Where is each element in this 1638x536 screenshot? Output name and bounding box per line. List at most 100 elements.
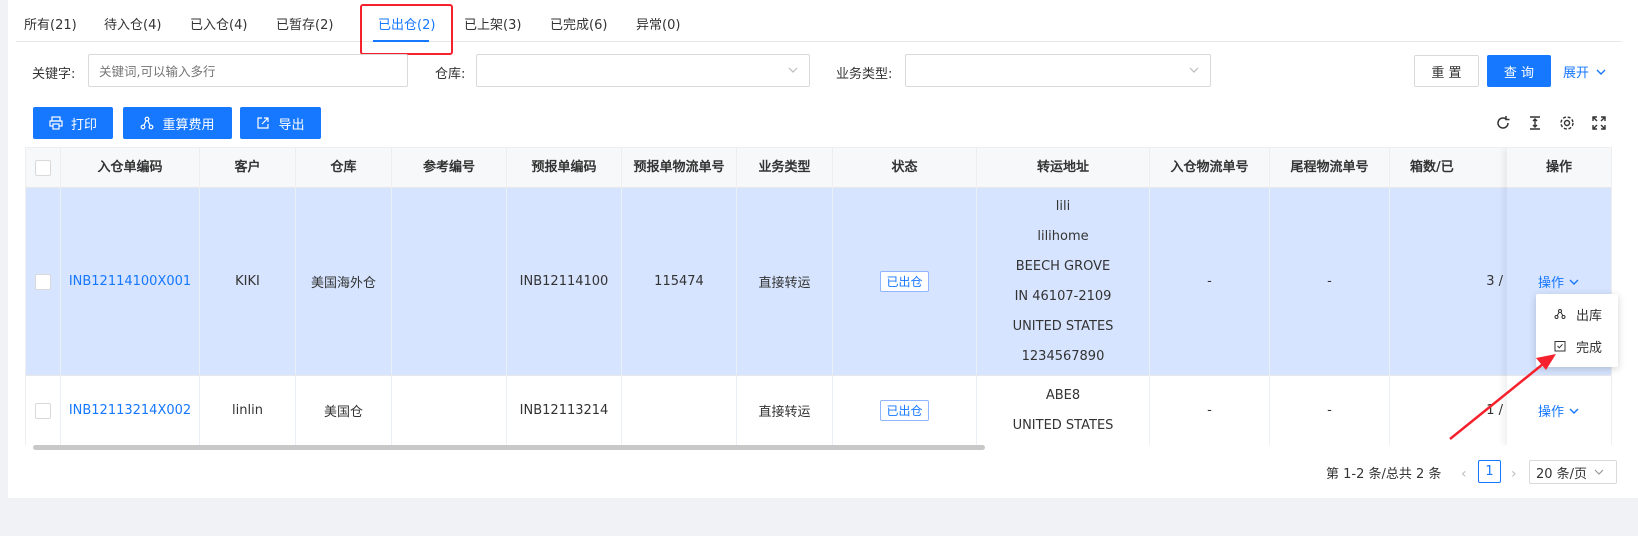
chevron-down-icon bbox=[1569, 279, 1579, 285]
customer-cell: linlin bbox=[200, 376, 296, 445]
print-button[interactable]: 打印 bbox=[33, 107, 113, 139]
export-icon bbox=[257, 117, 270, 129]
col-business-type: 业务类型 bbox=[737, 148, 833, 188]
gear-icon[interactable] bbox=[1558, 114, 1576, 132]
page-1-button[interactable]: 1 bbox=[1478, 460, 1501, 483]
operation-dropdown-trigger[interactable]: 操作 bbox=[1538, 272, 1580, 291]
tab-pending-inbound[interactable]: 待入仓(4) bbox=[104, 14, 161, 33]
col-forecast-tracking: 预报单物流单号 bbox=[622, 148, 737, 188]
recalculate-fee-button[interactable]: 重算费用 bbox=[123, 107, 232, 139]
tab-outbound[interactable]: 已出仓(2) bbox=[378, 14, 435, 33]
tab-exception[interactable]: 异常(0) bbox=[636, 14, 680, 33]
menu-item-complete[interactable]: 完成 bbox=[1536, 330, 1618, 362]
status-badge: 已出仓 bbox=[880, 400, 929, 421]
select-all-cell bbox=[26, 148, 61, 188]
address-line: ABE8 bbox=[1045, 387, 1081, 403]
check-square-icon bbox=[1554, 341, 1566, 352]
forecast-code-cell: INB12114100 bbox=[507, 188, 622, 375]
inbound-code-link[interactable]: INB12114100X001 bbox=[61, 188, 200, 375]
keyword-label: 关键字: bbox=[32, 67, 76, 82]
address-line: lili bbox=[1055, 198, 1071, 214]
forecast-code-cell: INB12113214 bbox=[507, 376, 622, 445]
inbound-code-link[interactable]: INB12113214X002 bbox=[61, 376, 200, 445]
recalculate-fee-label: 重算费用 bbox=[162, 117, 215, 133]
fullscreen-icon[interactable] bbox=[1590, 114, 1608, 132]
export-label: 导出 bbox=[278, 117, 305, 133]
column-height-icon[interactable] bbox=[1526, 114, 1544, 132]
menu-item-label: 完成 bbox=[1576, 340, 1603, 356]
status-tabs: 所有(21) 待入仓(4) 已入仓(4) 已暂存(2) 已出仓(2) 已上架(3… bbox=[16, 0, 1622, 42]
address-line: BEECH GROVE bbox=[1015, 258, 1111, 274]
row-checkbox[interactable] bbox=[35, 402, 51, 419]
expand-label: 展开 bbox=[1563, 66, 1590, 81]
tab-inbound[interactable]: 已入仓(4) bbox=[190, 14, 247, 33]
tab-completed[interactable]: 已完成(6) bbox=[550, 14, 607, 33]
pagination-total: 第 1-2 条/总共 2 条 bbox=[1326, 467, 1442, 482]
address-line: UNITED STATES bbox=[1012, 318, 1114, 334]
col-inbound-tracking: 入仓物流单号 bbox=[1150, 148, 1270, 188]
forecast-tracking-cell bbox=[622, 376, 737, 445]
business-type-label: 业务类型: bbox=[836, 67, 893, 82]
page-size-select[interactable]: 20 条/页 bbox=[1529, 460, 1617, 484]
table-header: 入仓单编码 客户 仓库 参考编号 预报单编码 预报单物流单号 业务类型 状态 转… bbox=[26, 148, 1611, 188]
table-row: INB12114100X001 KIKI 美国海外仓 INB12114100 1… bbox=[26, 188, 1611, 376]
col-status: 状态 bbox=[833, 148, 977, 188]
nodes-icon bbox=[141, 116, 154, 130]
horizontal-scrollbar[interactable] bbox=[33, 445, 985, 450]
reference-cell bbox=[392, 376, 507, 445]
prev-page-icon[interactable]: ‹ bbox=[1461, 466, 1467, 482]
export-button[interactable]: 导出 bbox=[240, 107, 321, 139]
warehouse-cell: 美国仓 bbox=[296, 376, 392, 445]
tab-shelved[interactable]: 已上架(3) bbox=[464, 14, 521, 33]
reset-button[interactable]: 重 置 bbox=[1414, 55, 1479, 87]
chevron-down-icon bbox=[1569, 408, 1579, 414]
address-line: lilihome bbox=[1037, 228, 1089, 244]
select-all-checkbox[interactable] bbox=[35, 160, 51, 176]
warehouse-label: 仓库: bbox=[435, 67, 466, 82]
status-cell: 已出仓 bbox=[833, 376, 977, 445]
boxes-cell: 1 / bbox=[1390, 376, 1510, 445]
reference-cell bbox=[392, 188, 507, 375]
tab-all[interactable]: 所有(21) bbox=[24, 14, 77, 33]
col-operation: 操作 bbox=[1507, 148, 1611, 188]
menu-item-label: 出库 bbox=[1576, 308, 1603, 324]
business-type-cell: 直接转运 bbox=[737, 376, 833, 445]
page-size-label: 20 条/页 bbox=[1536, 466, 1588, 482]
business-type-cell: 直接转运 bbox=[737, 188, 833, 375]
operation-label: 操作 bbox=[1537, 405, 1564, 420]
col-inbound-code: 入仓单编码 bbox=[61, 148, 200, 188]
forecast-tracking-cell: 115474 bbox=[622, 188, 737, 375]
warehouse-select[interactable] bbox=[476, 54, 810, 87]
chevron-down-icon bbox=[1596, 69, 1606, 75]
status-cell: 已出仓 bbox=[833, 188, 977, 375]
status-badge: 已出仓 bbox=[880, 271, 929, 292]
col-last-mile-tracking: 尾程物流单号 bbox=[1270, 148, 1390, 188]
row-select-cell bbox=[26, 188, 61, 375]
last-mile-tracking-cell: - bbox=[1270, 188, 1390, 375]
inbound-orders-table: 入仓单编码 客户 仓库 参考编号 预报单编码 预报单物流单号 业务类型 状态 转… bbox=[25, 147, 1612, 445]
keyword-input[interactable] bbox=[88, 54, 408, 87]
address-line: UNITED STATES bbox=[1012, 417, 1114, 433]
refresh-icon[interactable] bbox=[1494, 114, 1512, 132]
query-button[interactable]: 查 询 bbox=[1487, 55, 1551, 87]
col-reference-no: 参考编号 bbox=[392, 148, 507, 188]
operation-dropdown-trigger[interactable]: 操作 bbox=[1538, 401, 1580, 420]
customer-cell: KIKI bbox=[200, 188, 296, 375]
printer-icon bbox=[49, 116, 63, 130]
next-page-icon[interactable]: › bbox=[1511, 466, 1517, 482]
row-checkbox[interactable] bbox=[35, 273, 51, 290]
col-warehouse: 仓库 bbox=[296, 148, 392, 188]
chevron-down-icon bbox=[1594, 469, 1604, 475]
col-transfer-address: 转运地址 bbox=[977, 148, 1150, 188]
inbound-tracking-cell: - bbox=[1150, 376, 1270, 445]
row-select-cell bbox=[26, 376, 61, 445]
menu-item-outbound[interactable]: 出库 bbox=[1536, 298, 1618, 330]
expand-toggle[interactable]: 展开 bbox=[1563, 62, 1607, 81]
last-mile-tracking-cell: - bbox=[1270, 376, 1390, 445]
operation-menu: 出库 完成 bbox=[1536, 294, 1618, 367]
col-boxes: 箱数/已 bbox=[1390, 148, 1510, 188]
tab-staged[interactable]: 已暂存(2) bbox=[276, 14, 333, 33]
business-type-select[interactable] bbox=[905, 54, 1211, 87]
transfer-address-cell: lili lilihome BEECH GROVE IN 46107-2109 … bbox=[977, 188, 1150, 375]
inbound-tracking-cell: - bbox=[1150, 188, 1270, 375]
